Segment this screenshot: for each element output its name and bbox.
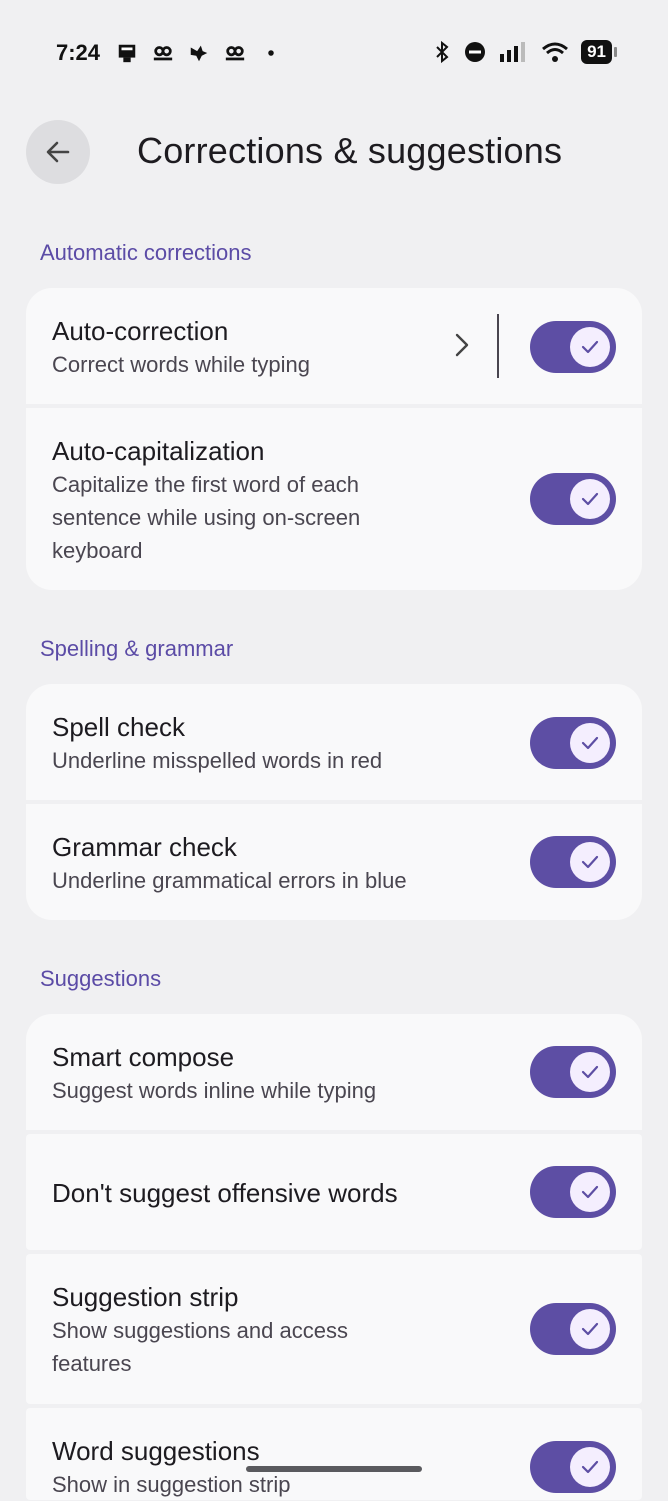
- hood-icon: [225, 46, 245, 61]
- bluetooth-icon: [436, 40, 449, 64]
- check-icon: [581, 1322, 599, 1336]
- setting-subtitle: Underline grammatical errors in blue: [52, 868, 407, 893]
- setting-smart-compose[interactable]: Smart compose Suggest words inline while…: [26, 1014, 642, 1130]
- check-icon: [581, 492, 599, 506]
- setting-auto-correction[interactable]: Auto-correction Correct words while typi…: [26, 288, 642, 404]
- spell-check-toggle[interactable]: [530, 717, 616, 769]
- setting-subtitle: Capitalize the first word of each senten…: [52, 472, 361, 563]
- status-time: 7:24: [56, 40, 101, 65]
- setting-word-suggestions[interactable]: Word suggestions Show in suggestion stri…: [26, 1408, 642, 1500]
- vertical-divider: [497, 314, 499, 378]
- setting-title: Don't suggest offensive words: [52, 1178, 398, 1208]
- app-bar: Corrections & suggestions: [0, 110, 668, 200]
- dot-icon: [268, 50, 274, 56]
- setting-title: Auto-capitalization: [52, 436, 265, 466]
- setting-subtitle: Correct words while typing: [52, 352, 310, 377]
- home-indicator[interactable]: [246, 1466, 422, 1472]
- suggestion-strip-toggle[interactable]: [530, 1303, 616, 1355]
- setting-title: Word suggestions: [52, 1436, 260, 1466]
- phone-icon: [118, 44, 136, 63]
- system-icons: 91: [433, 40, 617, 64]
- back-button[interactable]: [26, 120, 90, 184]
- chevron-right-icon[interactable]: [450, 330, 474, 360]
- setting-spell-check[interactable]: Spell check Underline misspelled words i…: [26, 684, 642, 800]
- word-suggestions-toggle[interactable]: [530, 1441, 616, 1493]
- section-header-automatic-corrections: Automatic corrections: [40, 240, 252, 265]
- setting-title: Suggestion strip: [52, 1282, 239, 1312]
- status-bar: 7:24 91: [0, 0, 668, 100]
- section-header-suggestions: Suggestions: [40, 966, 162, 991]
- smart-compose-toggle[interactable]: [530, 1046, 616, 1098]
- setting-grammar-check[interactable]: Grammar check Underline grammatical erro…: [26, 804, 642, 920]
- grammar-check-toggle[interactable]: [530, 836, 616, 888]
- toggle-thumb: [570, 1172, 610, 1212]
- setting-offensive-words[interactable]: Don't suggest offensive words: [26, 1134, 642, 1250]
- toggle-thumb: [570, 1309, 610, 1349]
- setting-subtitle: Underline misspelled words in red: [52, 748, 383, 773]
- arrow-back-icon: [46, 141, 70, 163]
- check-icon: [581, 736, 599, 750]
- setting-title: Grammar check: [52, 832, 237, 862]
- toggle-thumb: [570, 327, 610, 367]
- auto-correction-toggle[interactable]: [530, 321, 616, 373]
- auto-capitalization-toggle[interactable]: [530, 473, 616, 525]
- section-header-spelling-grammar: Spelling & grammar: [40, 636, 234, 661]
- setting-title: Auto-correction: [52, 316, 229, 346]
- toggle-thumb: [570, 842, 610, 882]
- setting-title: Spell check: [52, 712, 185, 742]
- hood-icon: [153, 46, 173, 61]
- wifi-icon: [542, 42, 569, 62]
- check-icon: [581, 1185, 599, 1199]
- notification-icons: [116, 42, 282, 64]
- check-icon: [581, 1460, 599, 1474]
- setting-title: Smart compose: [52, 1042, 235, 1072]
- toggle-thumb: [570, 479, 610, 519]
- toggle-thumb: [570, 1447, 610, 1487]
- check-icon: [581, 855, 599, 869]
- battery-indicator: 91: [581, 40, 617, 64]
- setting-subtitle: Show in suggestion strip: [52, 1472, 291, 1497]
- setting-subtitle: Suggest words inline while typing: [52, 1078, 377, 1103]
- setting-subtitle: Show suggestions and access features: [52, 1318, 348, 1376]
- check-icon: [581, 1065, 599, 1079]
- signal-icon: [500, 42, 526, 62]
- toggle-thumb: [570, 1052, 610, 1092]
- setting-suggestion-strip[interactable]: Suggestion strip Show suggestions and ac…: [26, 1254, 642, 1404]
- toggle-thumb: [570, 723, 610, 763]
- setting-auto-capitalization[interactable]: Auto-capitalization Capitalize the first…: [26, 408, 642, 590]
- page-title: Corrections & suggestions: [137, 130, 563, 171]
- dnd-icon: [465, 42, 486, 62]
- bird-icon: [190, 45, 208, 62]
- check-icon: [581, 340, 599, 354]
- offensive-words-toggle[interactable]: [530, 1166, 616, 1218]
